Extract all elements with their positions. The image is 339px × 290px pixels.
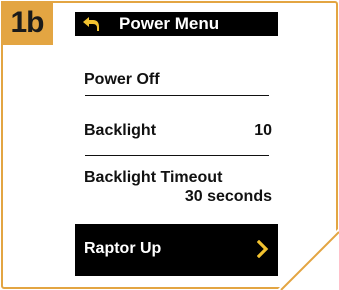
step-badge: 1b (1, 1, 53, 45)
divider (85, 155, 269, 156)
menu-item-power-off[interactable]: Power Off (75, 60, 278, 100)
corner-fold-decoration (277, 228, 339, 290)
instruction-panel: 1b Power Menu Power Off Backlight 10 Bac… (0, 0, 339, 290)
menu-item-label: Raptor Up (84, 240, 162, 257)
menu-item-label: Backlight (84, 122, 157, 139)
title-bar: Power Menu (75, 12, 278, 36)
chevron-right-icon (257, 240, 269, 258)
backlight-timeout-value: 30 seconds (184, 188, 272, 205)
divider (85, 95, 269, 96)
menu-item-backlight-timeout[interactable]: Backlight Timeout 30 seconds (75, 168, 278, 218)
page-title: Power Menu (119, 14, 220, 33)
menu-item-raptor-up[interactable]: Raptor Up (75, 224, 278, 276)
back-arrow-icon[interactable] (82, 16, 100, 32)
device-screen: Power Menu Power Off Backlight 10 Backli… (75, 12, 278, 276)
menu-item-label: Power Off (84, 71, 160, 88)
menu-item-label: Backlight Timeout (84, 169, 223, 186)
backlight-value: 10 (254, 122, 272, 139)
menu-item-backlight[interactable]: Backlight 10 (75, 116, 278, 156)
